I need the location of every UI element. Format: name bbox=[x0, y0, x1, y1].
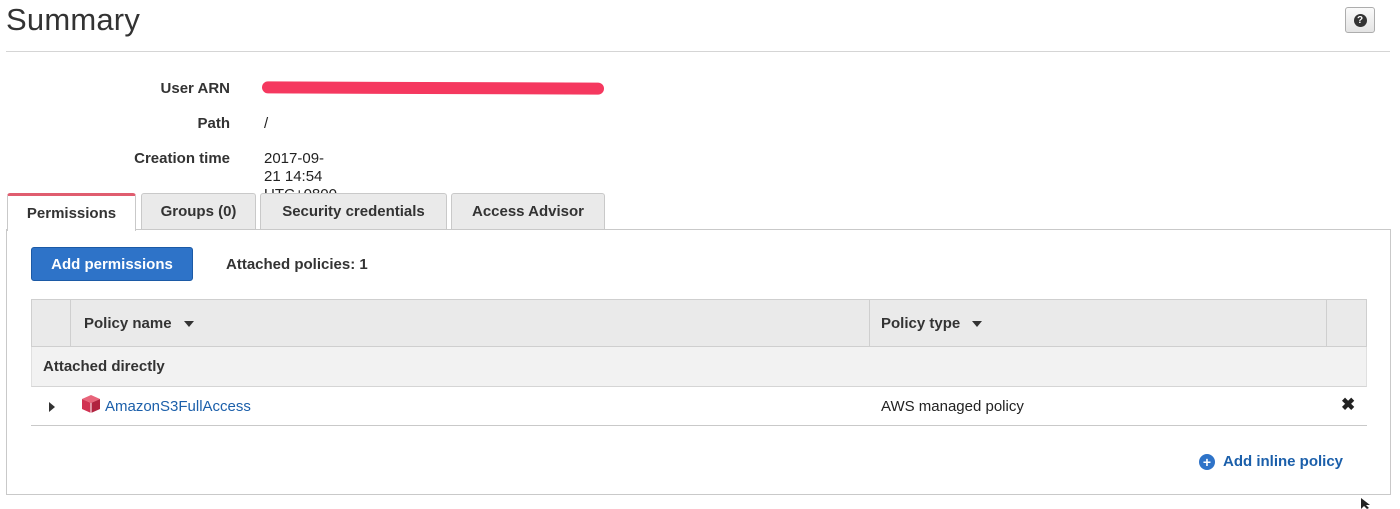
policy-name-link[interactable]: AmazonS3FullAccess bbox=[105, 398, 251, 415]
plus-circle-icon: + bbox=[1199, 453, 1215, 470]
tab-permissions[interactable]: Permissions bbox=[7, 193, 136, 231]
group-label: Attached directly bbox=[43, 358, 165, 375]
title-divider bbox=[6, 51, 1390, 52]
summary-label: Path bbox=[197, 115, 230, 132]
select-column-header bbox=[32, 300, 71, 346]
expand-caret-icon[interactable] bbox=[49, 402, 55, 412]
sort-caret-icon bbox=[183, 320, 194, 327]
add-inline-policy-link[interactable]: + Add inline policy bbox=[1199, 453, 1343, 470]
column-header-policy-name[interactable]: Policy name bbox=[71, 300, 870, 346]
group-row-attached-directly: Attached directly bbox=[31, 347, 1367, 387]
summary-label: User ARN bbox=[160, 80, 230, 97]
actions-column-header bbox=[1327, 300, 1366, 346]
summary-value: / bbox=[264, 115, 269, 132]
add-permissions-button[interactable]: Add permissions bbox=[31, 247, 193, 281]
mouse-cursor-icon bbox=[1361, 498, 1370, 509]
tab-access-advisor[interactable]: Access Advisor bbox=[451, 193, 605, 229]
sort-caret-icon bbox=[972, 320, 983, 327]
tab-groups[interactable]: Groups (0) bbox=[141, 193, 256, 229]
summary-label: Creation time bbox=[134, 150, 230, 167]
table-row: AmazonS3FullAccess AWS managed policy ✖ bbox=[31, 387, 1367, 426]
tab-security-credentials[interactable]: Security credentials bbox=[260, 193, 447, 229]
page-title: Summary bbox=[6, 2, 141, 37]
remove-policy-icon[interactable]: ✖ bbox=[1341, 396, 1355, 414]
table-header: Policy name Policy type bbox=[31, 299, 1367, 347]
aws-policy-cube-icon bbox=[82, 395, 100, 413]
column-label: Policy name bbox=[84, 315, 172, 332]
attached-policies-count: Attached policies: 1 bbox=[226, 256, 368, 273]
policy-type-cell: AWS managed policy bbox=[881, 398, 1024, 415]
add-inline-policy-label: Add inline policy bbox=[1223, 453, 1344, 470]
column-header-policy-type[interactable]: Policy type bbox=[870, 300, 1327, 346]
column-label: Policy type bbox=[881, 315, 961, 332]
help-button[interactable]: ? bbox=[1345, 7, 1375, 33]
redaction-mark bbox=[261, 81, 605, 95]
help-icon: ? bbox=[1353, 13, 1367, 27]
